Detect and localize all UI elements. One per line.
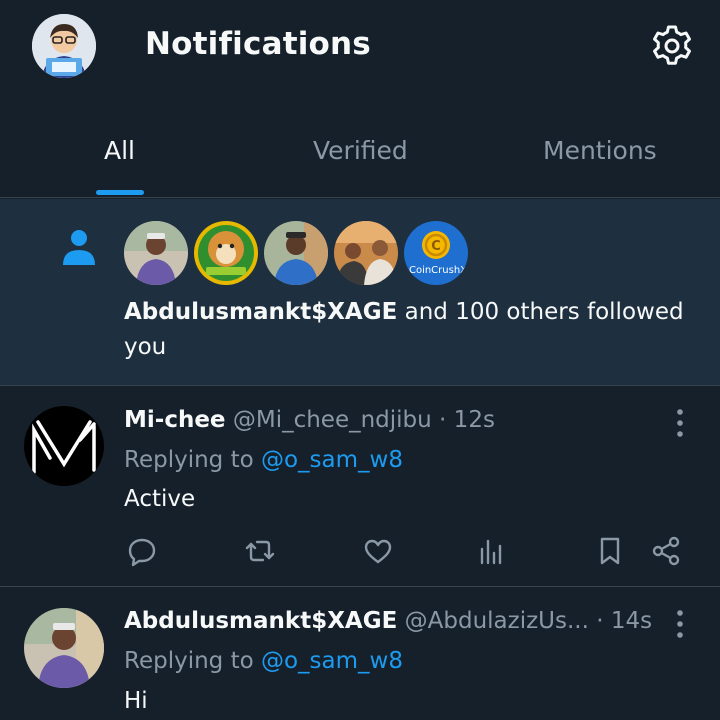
tweet-header: Abdulusmankt$XAGE @AbdulazizUs... · 14s bbox=[124, 608, 652, 634]
reply-notification[interactable]: Abdulusmankt$XAGE @AbdulazizUs... · 14s … bbox=[0, 588, 720, 720]
avatar-doge-coin[interactable] bbox=[194, 221, 258, 285]
follow-notification[interactable]: C CoinCrushX Abdulusmankt$XAGE and 100 o… bbox=[0, 199, 720, 386]
author-name[interactable]: Mi-chee bbox=[124, 407, 226, 433]
tab-verified[interactable]: Verified bbox=[313, 136, 408, 165]
follow-notification-text: Abdulusmankt$XAGE and 100 others followe… bbox=[124, 295, 704, 365]
tweet-text: Active bbox=[124, 486, 196, 512]
author-handle[interactable]: @AbdulazizUs... bbox=[405, 608, 589, 634]
tweet-actions bbox=[124, 535, 694, 575]
replying-to-label: Replying to bbox=[124, 648, 261, 674]
active-tab-indicator bbox=[96, 190, 144, 195]
more-options-icon[interactable] bbox=[668, 608, 692, 640]
replying-to: Replying to @o_sam_w8 bbox=[124, 447, 403, 473]
more-options-icon[interactable] bbox=[668, 407, 692, 439]
tweet-time: · 12s bbox=[431, 407, 495, 433]
reply-mention-link[interactable]: @o_sam_w8 bbox=[261, 648, 403, 674]
tweet-text: Hi bbox=[124, 688, 148, 714]
views-icon[interactable] bbox=[476, 535, 508, 567]
gear-icon[interactable] bbox=[648, 22, 696, 70]
tab-mentions[interactable]: Mentions bbox=[543, 136, 657, 165]
replying-to-label: Replying to bbox=[124, 447, 261, 473]
svg-text:C: C bbox=[431, 239, 441, 254]
svg-text:CoinCrushX: CoinCrushX bbox=[409, 265, 467, 276]
app-header: Notifications All Verified Mentions bbox=[0, 0, 720, 198]
profile-avatar[interactable] bbox=[32, 14, 96, 78]
tweet-header: Mi-chee @Mi_chee_ndjibu · 12s bbox=[124, 407, 495, 433]
avatar-mi-chee[interactable] bbox=[24, 406, 104, 486]
page-title: Notifications bbox=[145, 26, 371, 62]
follow-actor-name[interactable]: Abdulusmankt$XAGE bbox=[124, 299, 397, 325]
reply-icon[interactable] bbox=[126, 535, 158, 567]
reply-notification[interactable]: Mi-chee @Mi_chee_ndjibu · 12s Replying t… bbox=[0, 387, 720, 587]
share-icon[interactable] bbox=[650, 535, 682, 567]
avatar-two-men[interactable] bbox=[334, 221, 398, 285]
avatar-coincrushx[interactable]: C CoinCrushX bbox=[404, 221, 468, 285]
bookmark-icon[interactable] bbox=[594, 535, 626, 567]
replying-to: Replying to @o_sam_w8 bbox=[124, 648, 403, 674]
person-icon bbox=[58, 225, 100, 267]
like-icon[interactable] bbox=[362, 535, 394, 567]
avatar-abdulusmankt[interactable] bbox=[24, 608, 104, 688]
tab-all[interactable]: All bbox=[104, 136, 135, 165]
author-name[interactable]: Abdulusmankt$XAGE bbox=[124, 608, 397, 634]
author-handle[interactable]: @Mi_chee_ndjibu bbox=[233, 407, 432, 433]
reply-mention-link[interactable]: @o_sam_w8 bbox=[261, 447, 403, 473]
top-bar: Notifications bbox=[0, 0, 720, 96]
tab-bar: All Verified Mentions bbox=[0, 120, 720, 198]
tweet-time: · 14s bbox=[588, 608, 653, 634]
retweet-icon[interactable] bbox=[244, 535, 276, 567]
avatar-abdulusmankt[interactable] bbox=[124, 221, 188, 285]
avatar-user-blue-robe[interactable] bbox=[264, 221, 328, 285]
